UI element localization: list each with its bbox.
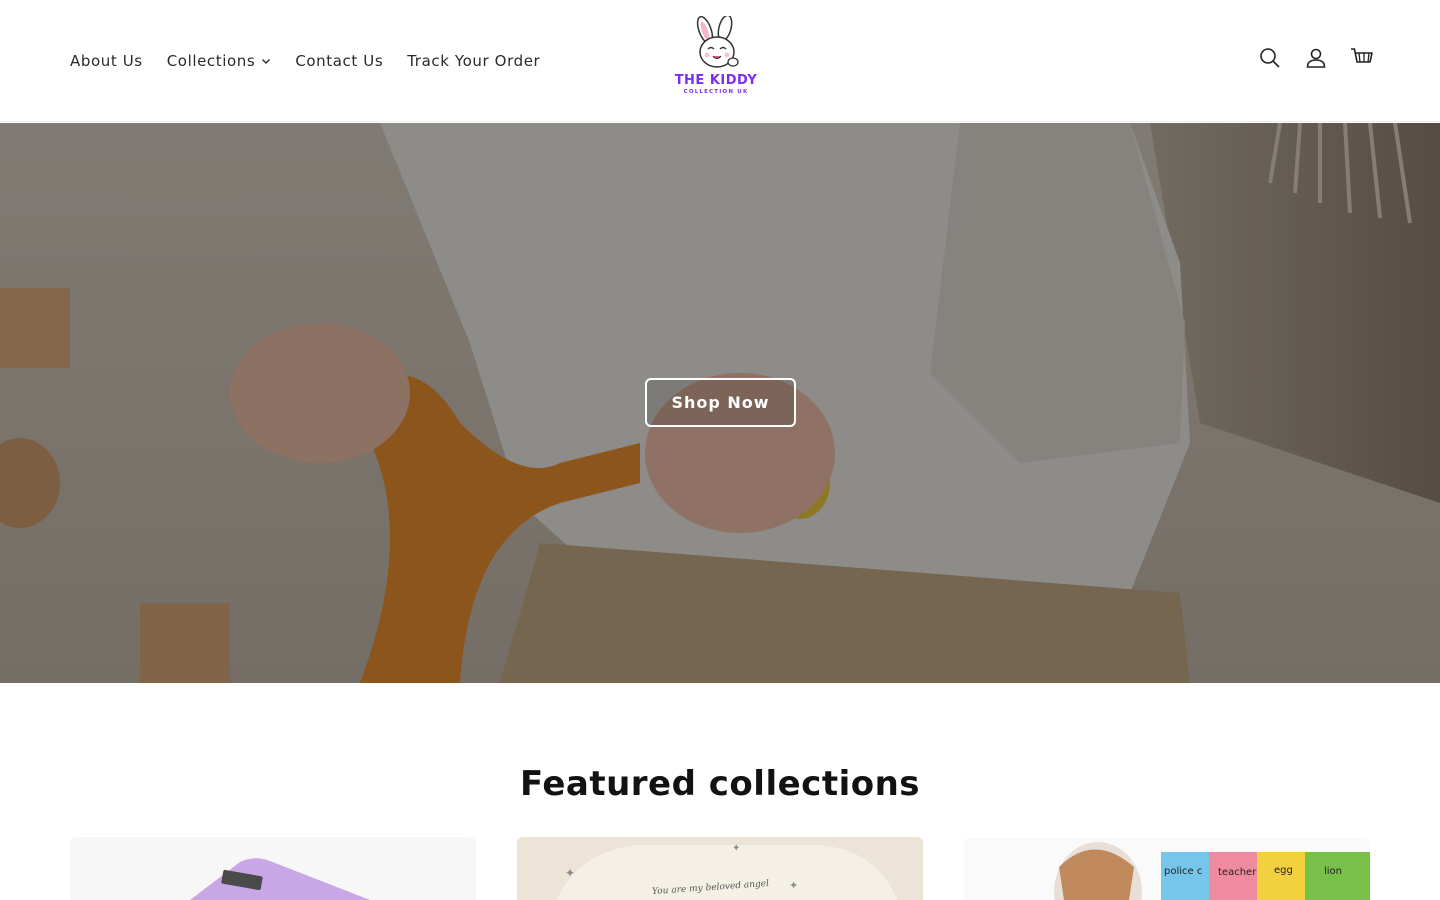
hero-banner: Shop Now [0, 123, 1440, 683]
card-3-tag-1: police c [1164, 866, 1203, 877]
card-3-tag-3: egg [1274, 865, 1293, 876]
collection-cards: ✦ ✦ ✦ You are my beloved angel police c … [70, 837, 1370, 900]
svg-text:✦: ✦ [732, 843, 740, 854]
nav-about-us[interactable]: About Us [70, 52, 143, 70]
collection-card-2[interactable]: ✦ ✦ ✦ You are my beloved angel [517, 837, 923, 900]
cart-icon[interactable] [1350, 46, 1374, 70]
main-nav: About Us Collections Contact Us Track Yo… [70, 0, 564, 122]
site-header: About Us Collections Contact Us Track Yo… [0, 0, 1440, 122]
nav-about-us-label: About Us [70, 52, 143, 70]
collection-card-1[interactable] [70, 837, 476, 900]
card-1-image [190, 858, 370, 900]
bunny-logo-icon [696, 16, 739, 68]
card-3-tag-2: teacher [1218, 867, 1257, 878]
account-icon[interactable] [1304, 46, 1328, 70]
svg-text:✦: ✦ [789, 879, 798, 892]
nav-collections[interactable]: Collections [167, 52, 272, 70]
nav-contact-us-label: Contact Us [295, 52, 384, 70]
logo-subtitle: COLLECTION UK [683, 89, 749, 95]
featured-collections-title: Featured collections [519, 764, 921, 804]
nav-track-order[interactable]: Track Your Order [407, 52, 540, 70]
nav-track-order-label: Track Your Order [407, 52, 541, 70]
nav-collections-label: Collections [166, 52, 256, 70]
svg-text:✦: ✦ [565, 866, 575, 880]
header-icons [1258, 46, 1374, 70]
logo-title: THE KIDDY [674, 73, 758, 88]
collection-card-3[interactable]: police c teacher egg lion [964, 837, 1370, 900]
site-logo[interactable]: THE KIDDY COLLECTION UK [672, 16, 760, 104]
card-3-tag-4: lion [1324, 866, 1343, 877]
shop-now-button[interactable]: Shop Now [645, 378, 796, 427]
chevron-down-icon [262, 59, 271, 64]
nav-contact-us[interactable]: Contact Us [295, 52, 383, 70]
search-icon[interactable] [1258, 46, 1282, 70]
